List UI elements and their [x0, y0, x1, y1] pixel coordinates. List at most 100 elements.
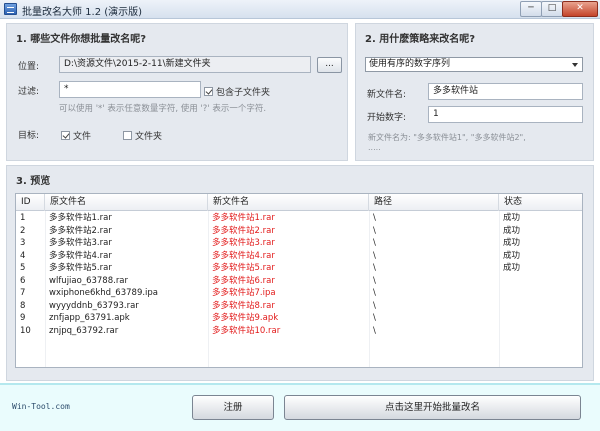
cell-status: 成功	[503, 263, 521, 273]
cell-old-name: 多多软件站5.rar	[49, 263, 112, 273]
target-label: 目标:	[18, 131, 40, 141]
cell-path: \	[373, 288, 376, 298]
cell-id: 6	[20, 275, 26, 286]
cell-path: \	[373, 275, 376, 286]
preview-table-header: ID 原文件名 新文件名 路径 状态	[16, 194, 582, 211]
table-row[interactable]: 3 多多软件站3.rar 多多软件站3.rar \ 成功	[16, 237, 582, 250]
section-source-panel: 1. 哪些文件你想批量改名呢? 位置: D:\资源文件\2015-2-11\新建…	[6, 23, 348, 161]
include-subfolders-label: 包含子文件夹	[216, 88, 271, 98]
cell-status	[499, 300, 582, 313]
column-header-status[interactable]: 状态	[499, 194, 582, 211]
cell-new-name: 多多软件站5.rar	[212, 263, 275, 273]
cell-new-name: 多多软件站3.rar	[212, 238, 275, 248]
section-source-title: 1. 哪些文件你想批量改名呢?	[16, 34, 147, 45]
section-preview-title: 3. 预览	[16, 176, 51, 187]
filter-hint: 可以使用 '*' 表示任意数量字符, 使用 '?' 表示一个字符.	[59, 104, 267, 114]
cell-path: \	[373, 250, 376, 261]
section-strategy-panel: 2. 用什麽策略来改名呢? 使用有序的数字序列 新文件名: 多多软件站 开始数字…	[355, 23, 594, 161]
cell-status: 成功	[503, 250, 521, 261]
table-row[interactable]: 9 znfjapp_63791.apk 多多软件站9.apk \	[16, 312, 582, 325]
cell-path: \	[373, 313, 376, 323]
window-controls: ─ □ ✕	[520, 1, 598, 17]
close-button[interactable]: ✕	[562, 1, 598, 17]
table-row[interactable]: 6 wlfujiao_63788.rar 多多软件站6.rar \	[16, 275, 582, 288]
new-name-label: 新文件名:	[367, 90, 407, 100]
column-header-new-name[interactable]: 新文件名	[208, 194, 369, 211]
browse-button[interactable]: ...	[317, 57, 342, 73]
cell-status	[499, 312, 582, 325]
cell-new-name: 多多软件站8.rar	[212, 300, 275, 311]
cell-new-name: 多多软件站6.rar	[212, 275, 275, 286]
table-row[interactable]: 8 wyyyddnb_63793.rar 多多软件站8.rar \	[16, 300, 582, 313]
start-rename-button[interactable]: 点击这里开始批量改名	[284, 395, 581, 420]
cell-old-name: wlfujiao_63788.rar	[49, 275, 129, 286]
column-header-path[interactable]: 路径	[369, 194, 499, 211]
start-number-field[interactable]: 1	[428, 106, 583, 123]
cell-old-name: 多多软件站1.rar	[49, 213, 112, 223]
window-title: 批量改名大师 1.2 (演示版)	[22, 7, 143, 18]
target-folder-check-icon	[123, 131, 132, 140]
dropdown-arrow-icon	[572, 63, 578, 67]
cell-id: 5	[20, 263, 26, 273]
preview-table-body: 1 多多软件站1.rar 多多软件站1.rar \ 成功 2 多多软件站2.rar 多多软件站…	[16, 212, 582, 337]
example-text: 新文件名为: "多多软件站1", "多多软件站2",	[368, 133, 526, 142]
include-subfolders-checkbox[interactable]: 包含子文件夹	[204, 85, 270, 98]
cell-old-name: 多多软件站4.rar	[49, 250, 112, 261]
cell-id: 4	[20, 250, 26, 261]
register-button[interactable]: 注册	[192, 395, 274, 420]
table-row[interactable]: 1 多多软件站1.rar 多多软件站1.rar \ 成功	[16, 212, 582, 225]
target-file-checkbox[interactable]: 文件	[61, 129, 91, 142]
table-row[interactable]: 5 多多软件站5.rar 多多软件站5.rar \ 成功	[16, 262, 582, 275]
cell-path: \	[373, 225, 376, 236]
filter-field[interactable]: *	[59, 81, 201, 98]
cell-new-name: 多多软件站9.apk	[212, 313, 279, 323]
title-bar: 批量改名大师 1.2 (演示版) ─ □ ✕	[0, 0, 600, 19]
start-number-label: 开始数字:	[367, 113, 407, 123]
include-subfolders-check-icon	[204, 87, 213, 96]
cell-new-name: 多多软件站1.rar	[212, 213, 275, 223]
minimize-button[interactable]: ─	[520, 1, 542, 17]
strategy-selected-value: 使用有序的数字序列	[369, 59, 451, 69]
cell-status: 成功	[503, 238, 521, 248]
app-icon	[4, 3, 17, 15]
main-area: 1. 哪些文件你想批量改名呢? 位置: D:\资源文件\2015-2-11\新建…	[0, 19, 600, 383]
column-header-id[interactable]: ID	[16, 194, 45, 211]
target-folder-checkbox[interactable]: 文件夹	[123, 129, 162, 142]
target-file-check-icon	[61, 131, 70, 140]
cell-status	[499, 275, 582, 288]
cell-id: 3	[20, 238, 26, 248]
column-header-old-name[interactable]: 原文件名	[45, 194, 208, 211]
cell-id: 8	[20, 300, 26, 311]
cell-new-name: 多多软件站2.rar	[212, 225, 275, 236]
strategy-select[interactable]: 使用有序的数字序列	[365, 57, 583, 72]
cell-path: \	[373, 213, 376, 223]
table-row[interactable]: 4 多多软件站4.rar 多多软件站4.rar \ 成功	[16, 250, 582, 263]
maximize-button[interactable]: □	[541, 1, 563, 17]
table-row[interactable]: 10 znjpq_63792.rar 多多软件站10.rar \	[16, 325, 582, 338]
cell-id: 1	[20, 213, 26, 223]
cell-status: 成功	[503, 225, 521, 236]
cell-old-name: znjpq_63792.rar	[49, 325, 119, 336]
target-file-label: 文件	[73, 132, 92, 142]
example-text-continued: .....	[368, 143, 381, 152]
cell-id: 2	[20, 225, 26, 236]
table-row[interactable]: 2 多多软件站2.rar 多多软件站2.rar \ 成功	[16, 225, 582, 238]
cell-old-name: znfjapp_63791.apk	[49, 313, 130, 323]
cell-id: 7	[20, 288, 26, 298]
cell-id: 9	[20, 313, 26, 323]
bottom-bar: Win-Tool.com 注册 点击这里开始批量改名	[0, 383, 600, 431]
location-field[interactable]: D:\资源文件\2015-2-11\新建文件夹	[59, 56, 311, 73]
cell-status	[499, 287, 582, 300]
cell-path: \	[373, 325, 376, 336]
filter-label: 过滤:	[18, 87, 40, 97]
cell-old-name: 多多软件站3.rar	[49, 238, 112, 248]
target-folder-label: 文件夹	[135, 132, 163, 142]
preview-table[interactable]: ID 原文件名 新文件名 路径 状态 1 多多软件站1.rar 多多软件站1.rar…	[15, 193, 583, 368]
cell-id: 10	[20, 325, 31, 336]
new-name-field[interactable]: 多多软件站	[428, 83, 583, 100]
section-strategy-title: 2. 用什麽策略来改名呢?	[365, 34, 476, 45]
cell-new-name: 多多软件站4.rar	[212, 250, 275, 261]
table-row[interactable]: 7 wxiphone6khd_63789.ipa 多多软件站7.ipa \	[16, 287, 582, 300]
cell-old-name: wxiphone6khd_63789.ipa	[49, 288, 159, 298]
bottom-divider	[0, 383, 600, 385]
